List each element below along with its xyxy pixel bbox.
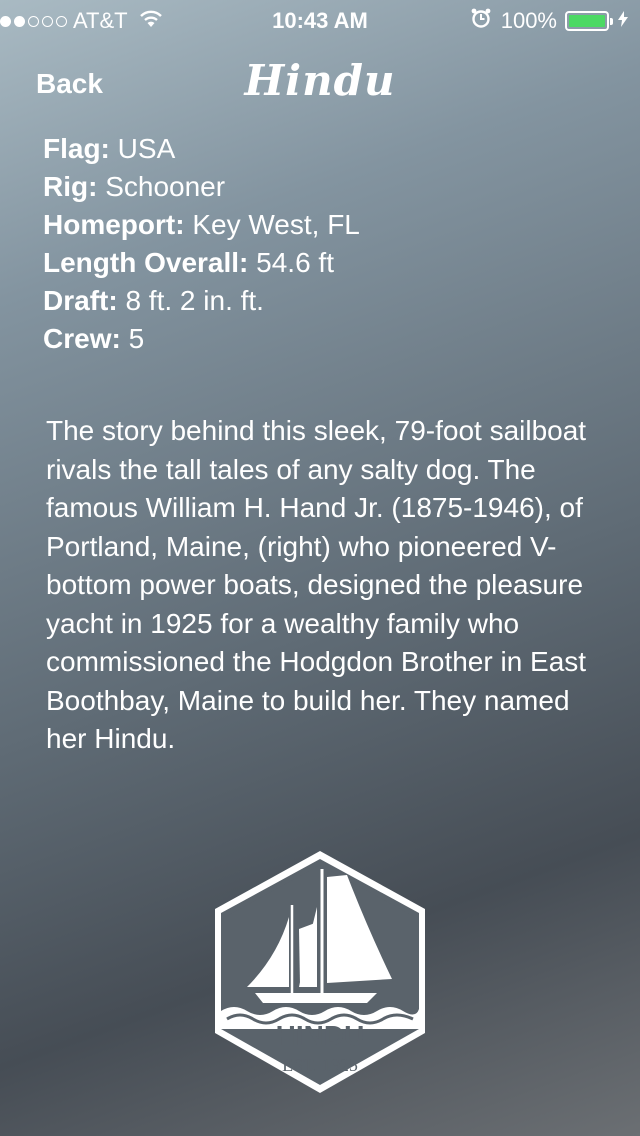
spec-value: Key West, FL: [192, 209, 360, 240]
spec-row-draft: Draft: 8 ft. 2 in. ft.: [43, 282, 360, 320]
spec-row-crew: Crew: 5: [43, 320, 360, 358]
spec-label: Crew:: [43, 323, 121, 354]
story-text: The story behind this sleek, 79-foot sai…: [46, 415, 587, 754]
spec-value: Schooner: [105, 171, 226, 202]
spec-value: 8 ft. 2 in. ft.: [125, 285, 264, 316]
spec-row-homeport: Homeport: Key West, FL: [43, 206, 360, 244]
spec-label: Flag:: [43, 133, 110, 164]
spec-label: Draft:: [43, 285, 118, 316]
spec-label: Length Overall:: [43, 247, 249, 278]
spec-row-rig: Rig: Schooner: [43, 168, 360, 206]
status-right: 100%: [471, 8, 628, 34]
spec-value: USA: [117, 133, 176, 164]
spec-row-length: Length Overall: 54.6 ft: [43, 244, 360, 282]
alarm-icon: [471, 8, 491, 34]
logo-name: HINDU: [276, 1020, 365, 1051]
specs-list: Flag: USA Rig: Schooner Homeport: Key We…: [43, 130, 360, 358]
page-title: Hindu: [244, 56, 396, 105]
spec-value: 5: [128, 323, 145, 354]
logo-est: EST. 1925: [282, 1055, 358, 1075]
spec-row-flag: Flag: USA: [43, 130, 360, 168]
status-bar: AT&T 10:43 AM 100%: [0, 0, 640, 40]
spec-label: Homeport:: [43, 209, 185, 240]
charging-icon: [618, 10, 628, 32]
hindu-logo: HINDU EST. 1925: [207, 847, 433, 1097]
spec-value: 54.6 ft: [256, 247, 334, 278]
battery-percent: 100%: [500, 8, 557, 33]
battery-fill: [569, 15, 605, 27]
battery-icon: [565, 11, 613, 31]
spec-label: Rig:: [43, 171, 98, 202]
battery-cap: [610, 18, 613, 25]
